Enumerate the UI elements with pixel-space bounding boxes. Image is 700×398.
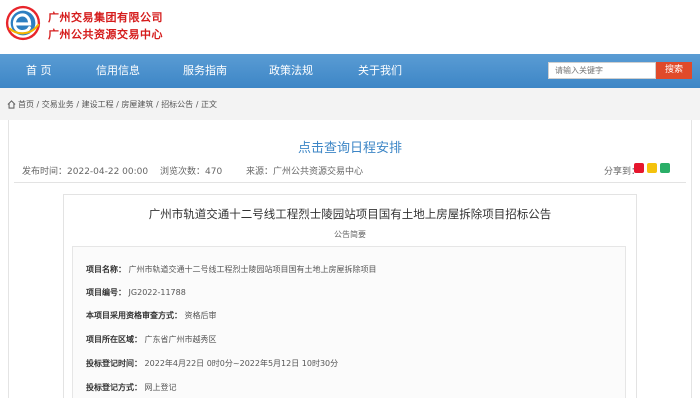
field-project-number: 项目编号： JG2022-11788 <box>86 287 186 298</box>
breadcrumb-home[interactable]: 首页 <box>18 100 34 109</box>
document-title: 广州市轨道交通十二号线工程烈士陵园站项目国有土地上房屋拆除项目招标公告 <box>148 207 552 221</box>
publish-time-value: 2022-04-22 00:00 <box>67 167 149 177</box>
field-region: 项目所在区域： 广东省广州市越秀区 <box>86 334 217 345</box>
breadcrumb-separator: / <box>116 100 119 109</box>
wechat-icon[interactable] <box>660 163 670 173</box>
document-subtitle: 公告简要 <box>334 230 366 239</box>
field-registration-time: 投标登记时间： 2022年4月22日 0时0分~2022年5月12日 10时30… <box>86 358 338 369</box>
publish-time-label: 发布时间： <box>22 167 68 177</box>
weibo-icon[interactable] <box>634 163 644 173</box>
field-registration-method: 投标登记方式： 网上登记 <box>86 382 177 393</box>
breadcrumb-tender-notice[interactable]: 招标公告 <box>161 100 193 109</box>
field-key: 项目名称： <box>86 265 126 274</box>
field-project-name: 项目名称： 广州市轨道交通十二号线工程烈士陵园站项目国有土地上房屋拆除项目 <box>86 264 377 275</box>
field-qualification-review: 本项目采用资格审查方式： 资格后审 <box>86 310 217 321</box>
qzone-icon[interactable] <box>647 163 657 173</box>
field-value: 资格后审 <box>184 311 217 320</box>
view-count-label: 浏览次数： <box>160 167 206 177</box>
view-count: 浏览次数：470 <box>160 164 222 177</box>
breadcrumb-separator: / <box>36 100 40 109</box>
nav-item-about[interactable]: 关于我们 <box>358 54 402 88</box>
breadcrumb-separator: / <box>76 100 80 109</box>
field-value: JG2022-11788 <box>128 288 186 297</box>
org-name-center: 广州公共资源交易中心 <box>48 28 163 41</box>
nav-item-credit[interactable]: 信用信息 <box>96 54 140 88</box>
nav-item-service-guide[interactable]: 服务指南 <box>183 54 227 88</box>
source-value: 广州公共资源交易中心 <box>273 167 364 177</box>
source-label: 来源： <box>246 167 274 177</box>
schedule-link[interactable]: 点击查询日程安排 <box>0 137 700 156</box>
view-count-value: 470 <box>205 167 223 177</box>
field-key: 本项目采用资格审查方式： <box>86 311 182 320</box>
site-header: 广州交易集团有限公司 广州公共资源交易中心 <box>0 0 700 54</box>
breadcrumb-construction[interactable]: 建设工程 <box>82 100 114 109</box>
field-value: 广州市轨道交通十二号线工程烈士陵园站项目国有土地上房屋拆除项目 <box>128 265 377 274</box>
breadcrumb: 首页 / 交易业务 / 建设工程 / 房屋建筑 / 招标公告 / 正文 <box>18 99 217 110</box>
field-key: 项目编号： <box>86 288 126 297</box>
breadcrumb-trading[interactable]: 交易业务 <box>42 100 74 109</box>
search-button[interactable]: 搜索 <box>656 62 692 79</box>
meta-divider <box>14 182 686 183</box>
field-value: 广东省广州市越秀区 <box>144 335 217 344</box>
nav-item-home[interactable]: 首 页 <box>26 54 52 88</box>
breadcrumb-building[interactable]: 房屋建筑 <box>121 100 153 109</box>
publish-time: 发布时间：2022-04-22 00:00 <box>22 164 148 177</box>
site-logo-icon[interactable] <box>4 4 42 42</box>
source: 来源：广州公共资源交易中心 <box>246 164 363 177</box>
field-key: 项目所在区域： <box>86 335 142 344</box>
search-input[interactable] <box>548 62 656 79</box>
home-icon <box>7 100 16 109</box>
breadcrumb-current: 正文 <box>200 100 217 109</box>
field-key: 投标登记方式： <box>86 383 142 392</box>
org-name-group: 广州交易集团有限公司 <box>48 11 163 24</box>
field-value: 网上登记 <box>144 383 177 392</box>
breadcrumb-separator: / <box>155 100 159 109</box>
org-names: 广州交易集团有限公司 广州公共资源交易中心 <box>48 9 163 43</box>
field-key: 投标登记时间： <box>86 359 142 368</box>
nav-item-policy[interactable]: 政策法规 <box>269 54 313 88</box>
breadcrumb-separator: / <box>195 100 199 109</box>
field-value: 2022年4月22日 0时0分~2022年5月12日 10时30分 <box>144 359 339 368</box>
